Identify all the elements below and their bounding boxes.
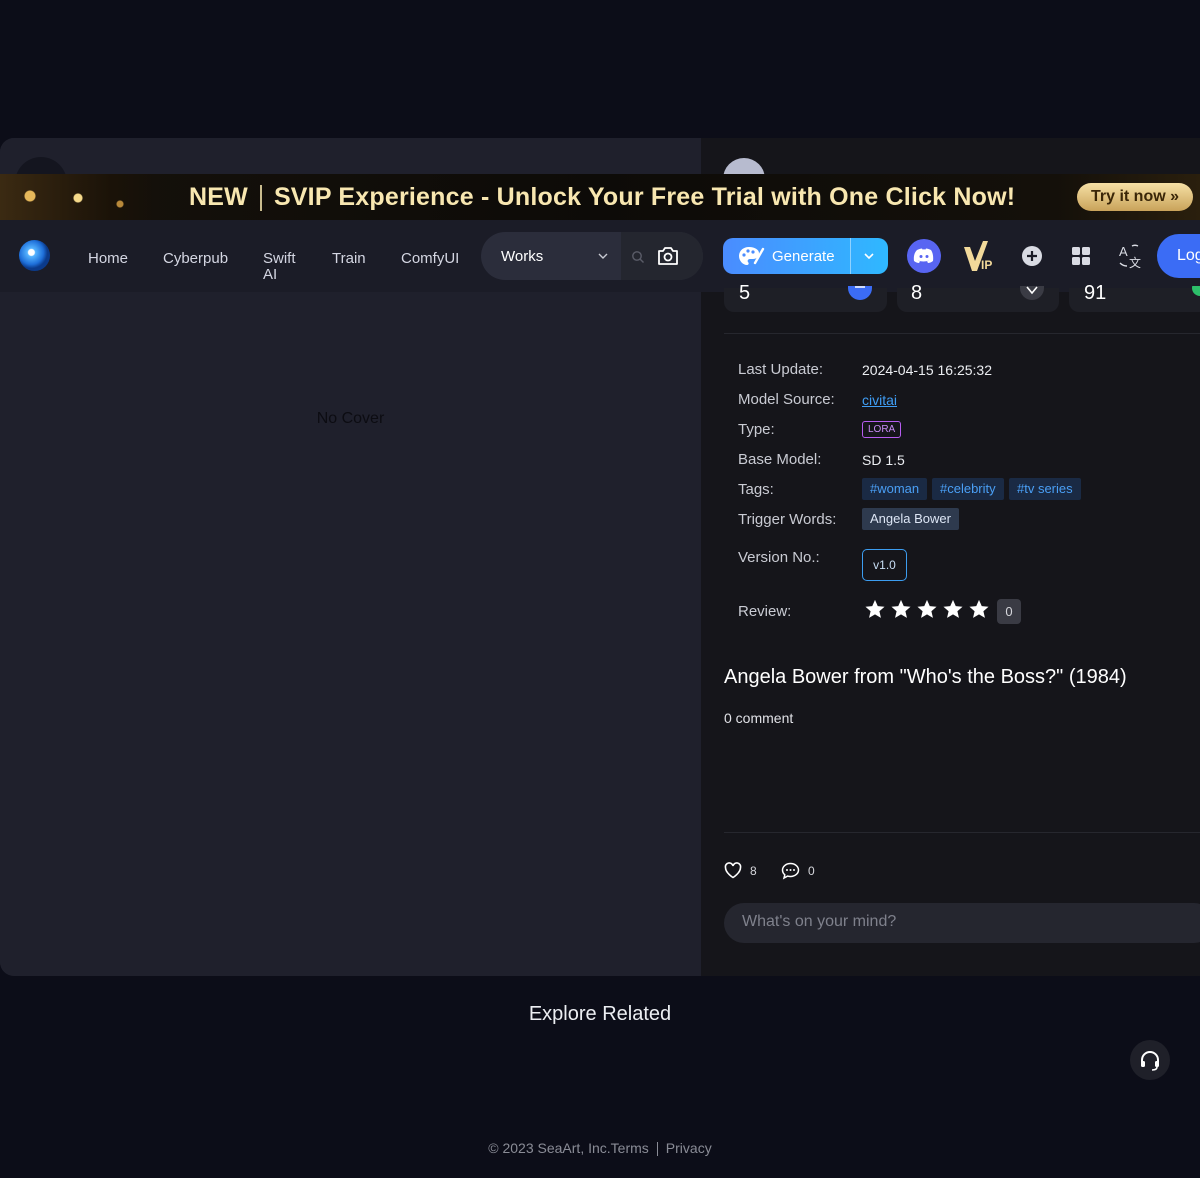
generate-label: Generate [772,248,835,265]
review-label: Review: [738,603,792,620]
copyright-text: © 2023 SeaArt, Inc. [488,1140,611,1156]
seaart-logo-icon[interactable] [19,240,50,271]
version-label: Version No.: [738,549,820,566]
comment-count-small: 0 [808,864,815,878]
vip-badge-icon: IP [964,241,992,272]
version-button[interactable]: v1.0 [862,549,907,581]
stat-value: 8 [911,282,923,304]
try-it-now-button[interactable]: Try it now » [1077,183,1193,211]
stat-value: 5 [739,282,751,304]
footer-divider [656,1142,658,1157]
promo-banner[interactable]: NEW SVIP Experience - Unlock Your Free Tr… [0,174,1200,220]
trigger-word-chip[interactable]: Angela Bower [862,508,959,530]
review-count-badge: 0 [997,599,1021,624]
run-icon [848,286,872,300]
footer: © 2023 SeaArt, Inc.Terms Privacy [0,1140,1200,1157]
trigger-words-label: Trigger Words: [738,511,837,528]
discord-logo-icon [913,248,934,263]
star-icon[interactable] [968,598,990,620]
discord-icon[interactable] [907,239,941,273]
generate-split [850,238,851,274]
nav-home[interactable]: Home [88,251,128,267]
chevron-down-icon[interactable] [597,250,609,262]
model-title: Angela Bower from "Who's the Boss?" (198… [724,666,1127,688]
camera-icon[interactable] [656,245,680,267]
tag-celebrity[interactable]: #celebrity [932,478,1004,500]
banner-new-label: NEW [189,183,248,211]
last-update-value: 2024-04-15 16:25:32 [862,362,992,378]
star-icon[interactable] [942,598,964,620]
nav-train[interactable]: Train [332,251,366,267]
palette-icon [739,247,765,265]
like-button[interactable]: 8 [724,862,757,879]
last-update-label: Last Update: [738,361,824,378]
support-button[interactable] [1130,1040,1170,1080]
svg-text:A: A [1119,244,1128,259]
tag-tv-series[interactable]: #tv series [1009,478,1081,500]
privacy-link[interactable]: Privacy [666,1140,712,1156]
divider [724,832,1200,833]
download-icon [1020,286,1044,300]
nav-swift-ai[interactable]: Swift AI [263,251,303,283]
gift-decoration-icon [0,174,160,220]
headset-icon [1141,1051,1159,1071]
model-source-link[interactable]: civitai [862,392,897,408]
svg-text:文: 文 [1129,255,1141,269]
tags-label: Tags: [738,481,774,498]
status-icon [1192,286,1200,296]
explore-related-heading: Explore Related [528,1003,672,1025]
chevron-down-icon[interactable] [863,250,875,262]
translate-icon: A 文 [1119,244,1141,269]
model-source-label: Model Source: [738,391,835,408]
comment-icon [781,862,800,880]
star-icon[interactable] [890,598,912,620]
comment-count: 0 comment [724,710,794,726]
generate-button[interactable]: Generate [723,238,888,274]
type-badge: LORA [862,421,902,438]
banner-text: NEW SVIP Experience - Unlock Your Free Tr… [189,183,1015,212]
heart-icon [724,862,742,879]
grid-icon [1072,247,1090,265]
base-model-value: SD 1.5 [862,452,905,468]
nav-cyberpub[interactable]: Cyberpub [163,251,228,267]
works-select[interactable]: Works [501,248,543,265]
type-label: Type: [738,421,775,438]
banner-message: SVIP Experience - Unlock Your Free Trial… [273,183,1016,211]
like-count: 8 [750,863,757,878]
login-button[interactable]: Log [1157,234,1200,278]
tag-woman[interactable]: #woman [862,478,928,500]
no-cover-text: No Cover [316,410,385,427]
terms-link[interactable]: Terms [611,1140,649,1156]
base-model-label: Base Model: [738,451,822,468]
add-icon[interactable] [1015,239,1049,273]
language-icon[interactable]: A 文 [1113,239,1147,273]
star-icon[interactable] [916,598,938,620]
divider [724,333,1200,334]
nav-comfyui[interactable]: ComfyUI [401,251,459,267]
banner-divider [259,185,262,212]
vip-icon[interactable]: IP [962,241,996,273]
apps-grid-icon[interactable] [1064,239,1098,273]
comments-button[interactable]: 0 [781,862,815,880]
stat-value: 91 [1084,282,1107,304]
search-icon[interactable] [631,250,645,264]
star-icon[interactable] [864,598,886,620]
svg-text:IP: IP [981,258,992,272]
comment-input[interactable]: What's on your mind? [724,903,1200,943]
plus-circle-icon [1022,246,1042,266]
